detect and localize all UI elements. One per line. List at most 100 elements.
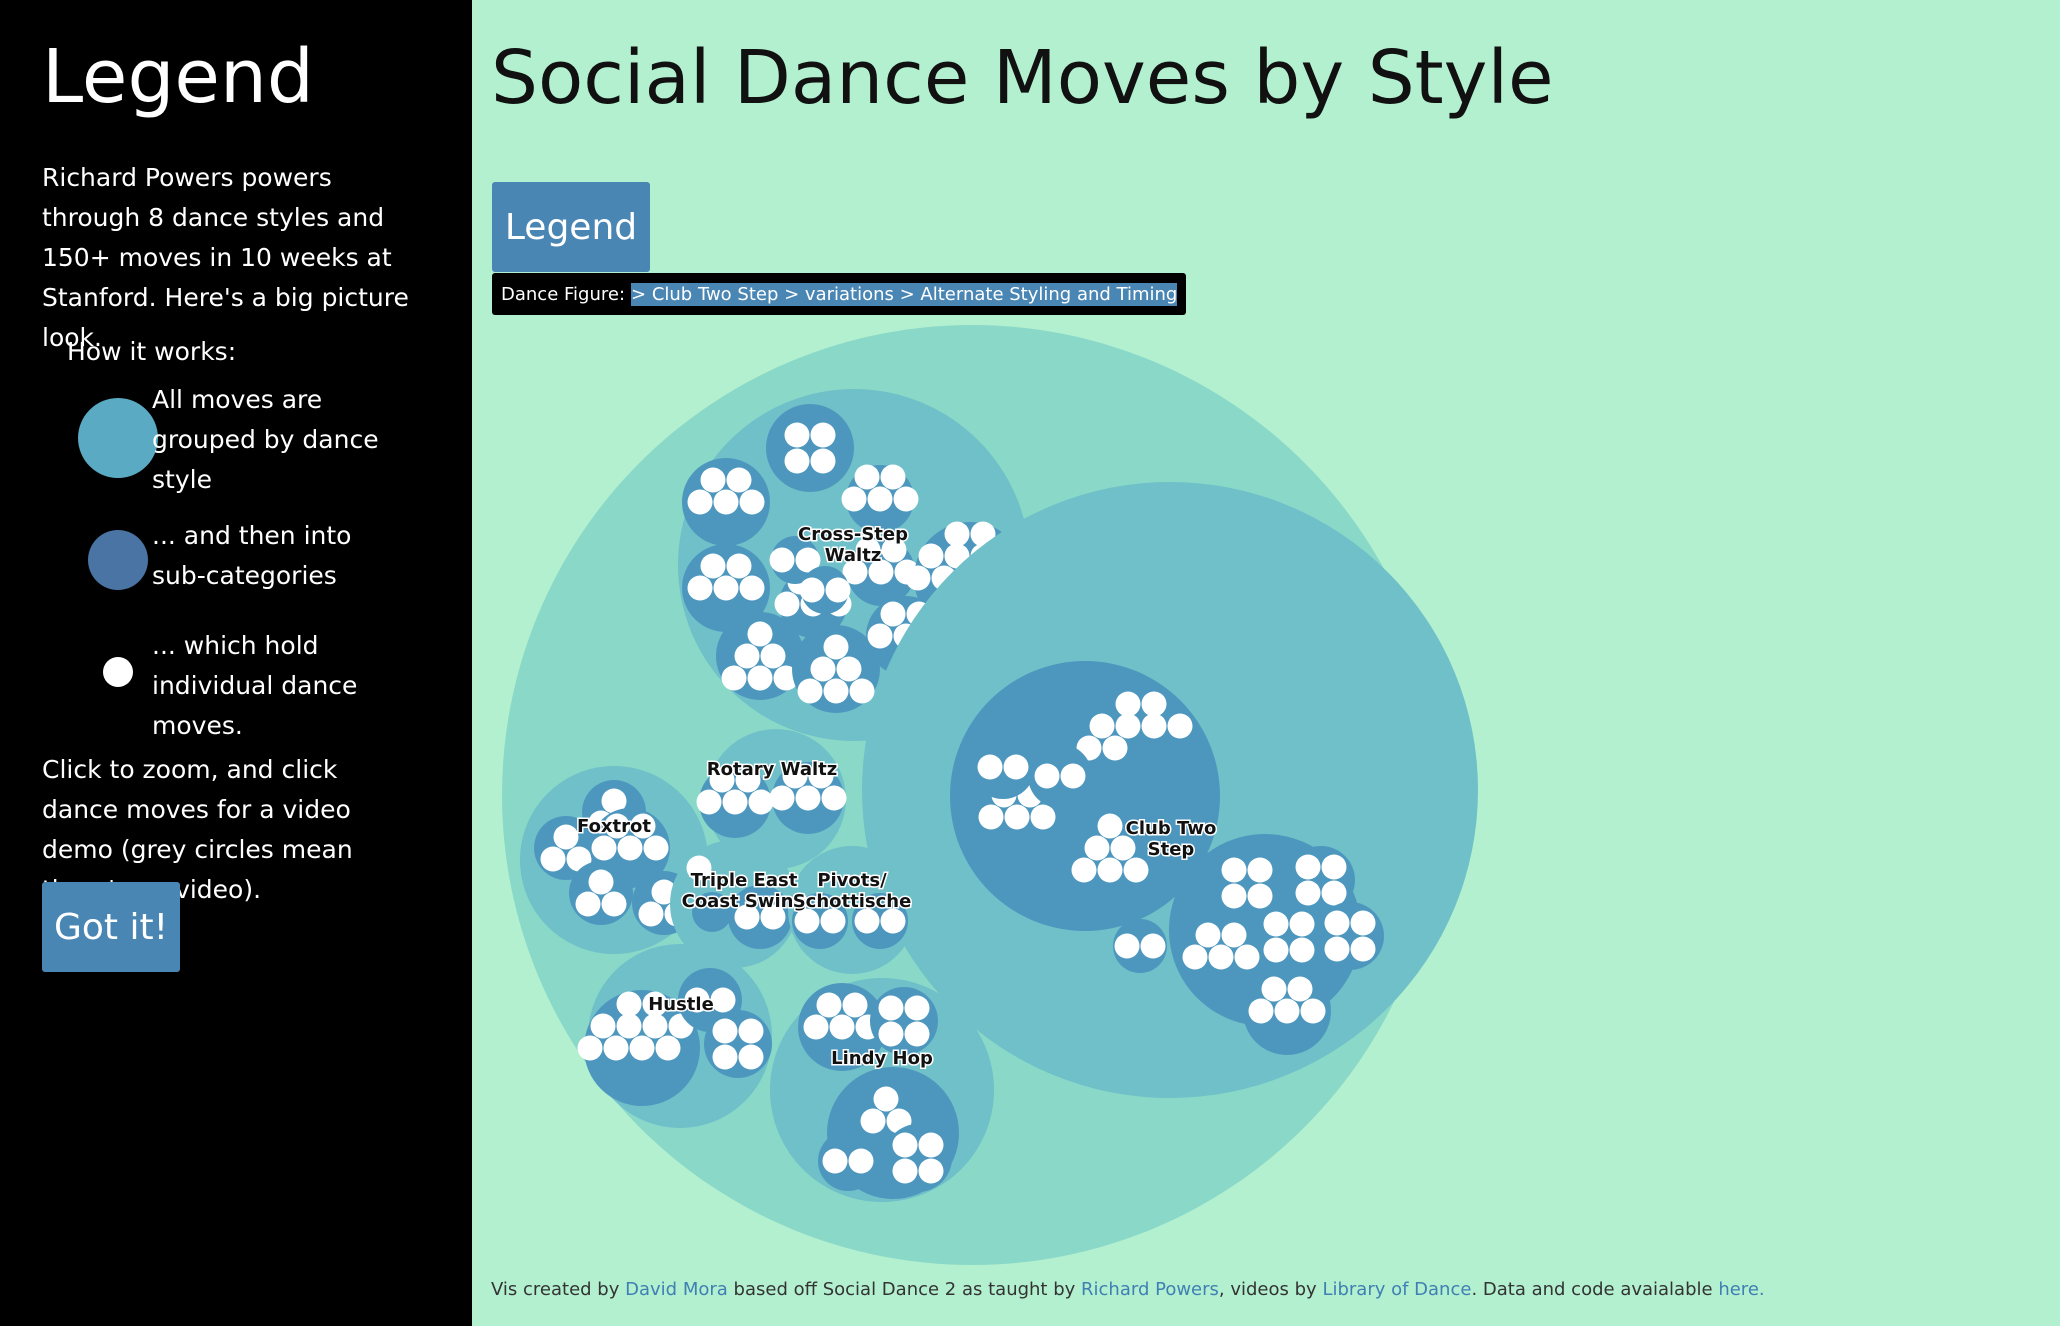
dance-move-circle[interactable] (603, 1035, 629, 1061)
dance-move-circle[interactable] (836, 656, 862, 682)
dance-move-circle[interactable] (849, 678, 875, 704)
dance-move-circle[interactable] (1141, 691, 1167, 717)
dance-move-circle[interactable] (854, 908, 880, 934)
dance-move-circle[interactable] (575, 891, 601, 917)
dance-move-circle[interactable] (1274, 998, 1300, 1024)
dance-move-circle[interactable] (1182, 944, 1208, 970)
dance-move-circle[interactable] (1167, 713, 1193, 739)
dance-move-circle[interactable] (721, 665, 747, 691)
library-of-dance-link[interactable]: Library of Dance (1322, 1279, 1471, 1300)
subcategory-circle[interactable] (766, 404, 854, 492)
dance-move-circle[interactable] (643, 835, 669, 861)
dance-move-circle[interactable] (1324, 910, 1350, 936)
dance-move-circle[interactable] (904, 995, 930, 1021)
dance-move-circle[interactable] (1102, 735, 1128, 761)
dance-move-circle[interactable] (821, 785, 847, 811)
dance-move-circle[interactable] (1247, 883, 1273, 909)
dance-move-circle[interactable] (734, 643, 760, 669)
data-code-link[interactable]: here. (1718, 1279, 1764, 1300)
subcategory-circle[interactable] (870, 987, 938, 1055)
dance-move-circle[interactable] (878, 995, 904, 1021)
dance-move-circle[interactable] (1003, 754, 1029, 780)
dance-move-circle[interactable] (738, 1044, 764, 1070)
dance-move-circle[interactable] (1071, 857, 1097, 883)
dance-move-circle[interactable] (1115, 691, 1141, 717)
dance-move-circle[interactable] (977, 754, 1003, 780)
dance-move-circle[interactable] (829, 1014, 855, 1040)
dance-move-circle[interactable] (784, 422, 810, 448)
dance-move-circle[interactable] (784, 448, 810, 474)
dance-move-circle[interactable] (841, 486, 867, 512)
dance-move-circle[interactable] (638, 901, 664, 927)
dance-move-circle[interactable] (616, 991, 642, 1017)
dance-move-circle[interactable] (878, 1021, 904, 1047)
dance-move-circle[interactable] (803, 1014, 829, 1040)
dance-move-circle[interactable] (1221, 922, 1247, 948)
subcategory-circle[interactable] (884, 1124, 952, 1192)
dance-move-circle[interactable] (1350, 910, 1376, 936)
dance-move-circle[interactable] (1110, 835, 1136, 861)
dance-move-circle[interactable] (696, 789, 722, 815)
dance-move-circle[interactable] (1097, 857, 1123, 883)
dance-move-circle[interactable] (825, 577, 851, 603)
dance-move-circle[interactable] (1263, 911, 1289, 937)
dance-move-circle[interactable] (892, 1158, 918, 1184)
dance-move-circle[interactable] (892, 1132, 918, 1158)
dance-move-circle[interactable] (1030, 804, 1056, 830)
dance-move-circle[interactable] (880, 908, 906, 934)
dance-move-circle[interactable] (848, 1148, 874, 1174)
dance-move-circle[interactable] (726, 553, 752, 579)
subcategory-circle[interactable] (1255, 903, 1323, 971)
dance-move-circle[interactable] (1324, 936, 1350, 962)
subcategory-circle[interactable] (1316, 902, 1384, 970)
dance-move-circle[interactable] (1289, 937, 1315, 963)
dance-move-circle[interactable] (918, 1132, 944, 1158)
dance-move-circle[interactable] (700, 553, 726, 579)
dance-move-circle[interactable] (1289, 911, 1315, 937)
dance-move-circle[interactable] (854, 464, 880, 490)
dance-move-circle[interactable] (823, 634, 849, 660)
dance-move-circle[interactable] (810, 422, 836, 448)
dance-move-circle[interactable] (1287, 976, 1313, 1002)
dance-move-circle[interactable] (810, 656, 836, 682)
dance-move-circle[interactable] (769, 785, 795, 811)
dance-move-circle[interactable] (748, 789, 774, 815)
dance-move-circle[interactable] (1221, 883, 1247, 909)
dance-move-circle[interactable] (944, 521, 970, 547)
dance-move-circle[interactable] (601, 891, 627, 917)
dance-move-circle[interactable] (978, 804, 1004, 830)
dance-move-circle[interactable] (577, 1035, 603, 1061)
dance-move-circle[interactable] (739, 575, 765, 601)
dance-move-circle[interactable] (738, 1018, 764, 1044)
dance-move-circle[interactable] (687, 489, 713, 515)
dance-move-circle[interactable] (1248, 998, 1274, 1024)
dance-move-circle[interactable] (822, 1148, 848, 1174)
dance-move-circle[interactable] (873, 1086, 899, 1112)
dance-move-circle[interactable] (1221, 857, 1247, 883)
dance-move-circle[interactable] (712, 1018, 738, 1044)
dance-move-circle[interactable] (747, 621, 773, 647)
dance-move-circle[interactable] (760, 643, 786, 669)
dance-move-circle[interactable] (1084, 835, 1110, 861)
dance-move-circle[interactable] (747, 665, 773, 691)
dance-move-circle[interactable] (655, 1035, 681, 1061)
dance-move-circle[interactable] (687, 575, 713, 601)
dance-move-circle[interactable] (1195, 922, 1221, 948)
dance-move-circle[interactable] (1295, 854, 1321, 880)
dance-move-circle[interactable] (1300, 998, 1326, 1024)
dance-move-circle[interactable] (799, 577, 825, 603)
dance-move-circle[interactable] (540, 846, 566, 872)
dance-move-circle[interactable] (700, 467, 726, 493)
dance-move-circle[interactable] (1321, 854, 1347, 880)
dance-move-circle[interactable] (739, 489, 765, 515)
subcategory-circle[interactable] (1213, 849, 1281, 917)
dance-move-circle[interactable] (1263, 937, 1289, 963)
dance-move-circle[interactable] (713, 575, 739, 601)
dance-move-circle[interactable] (794, 908, 820, 934)
dance-move-circle[interactable] (823, 678, 849, 704)
dance-move-circle[interactable] (867, 623, 893, 649)
dance-move-circle[interactable] (1004, 804, 1030, 830)
dance-move-circle[interactable] (918, 1158, 944, 1184)
dance-move-circle[interactable] (591, 835, 617, 861)
dance-move-circle[interactable] (590, 1013, 616, 1039)
